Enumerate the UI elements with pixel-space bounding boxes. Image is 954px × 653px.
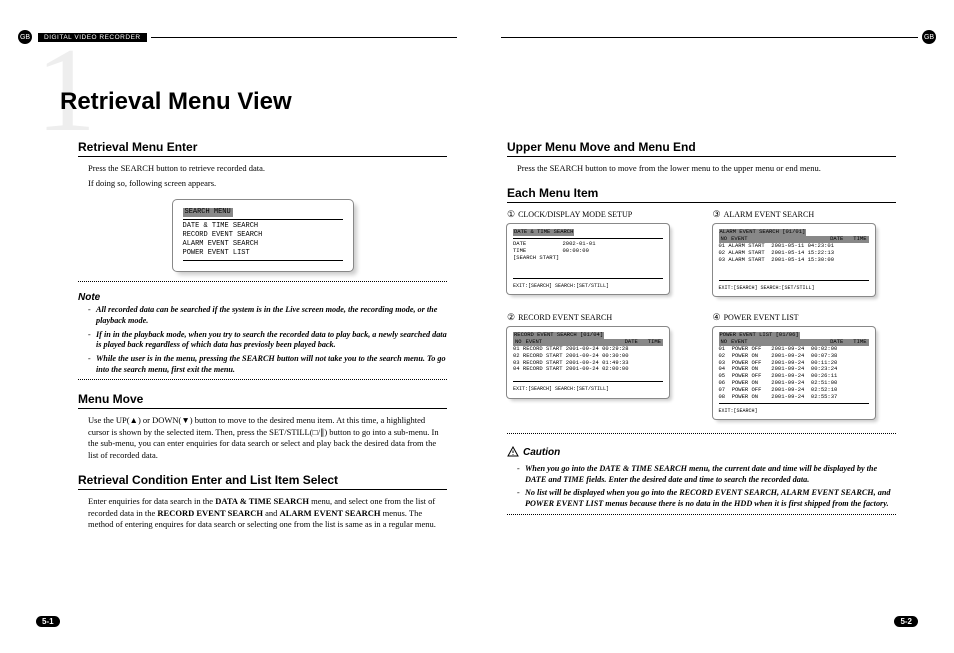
menu-item-label: CLOCK/DISPLAY MODE SETUP: [518, 210, 632, 219]
gb-badge: GB: [922, 30, 936, 44]
menu-item-grid: ①CLOCK/DISPLAY MODE SETUP DATE & TIME SE…: [507, 209, 896, 419]
caution-list: -When you go into the DATE & TIME SEARCH…: [507, 464, 896, 510]
caution-heading: Caution: [507, 446, 896, 458]
menu-item-label: ALARM EVENT SEARCH: [724, 210, 815, 219]
heading-each-menu: Each Menu Item: [507, 186, 896, 203]
page-title: Retrieval Menu View: [60, 88, 292, 116]
page-spread: GB DIGITAL VIDEO RECORDER 1 Retrieval Me…: [0, 0, 954, 653]
page-right: GB Upper Menu Move and Menu End Press th…: [497, 30, 936, 643]
right-content: Upper Menu Move and Menu End Press the S…: [497, 140, 936, 515]
caution-item: When you go into the DATE & TIME SEARCH …: [525, 464, 896, 485]
heading-upper-menu: Upper Menu Move and Menu End: [507, 140, 896, 157]
note-heading: Note: [78, 292, 447, 303]
caution-label: Caution: [523, 447, 560, 458]
page-left: GB DIGITAL VIDEO RECORDER 1 Retrieval Me…: [18, 30, 457, 643]
menu-item-record: ②RECORD EVENT SEARCH RECORD EVENT SEARCH…: [507, 312, 691, 419]
header-right: GB: [497, 30, 936, 44]
page-number-right: 5-2: [894, 616, 918, 627]
para: Use the UP(▲) or DOWN(▼) button to move …: [78, 415, 447, 461]
screen-item: DATE & TIME SEARCH: [183, 222, 343, 231]
menu-item-clock: ①CLOCK/DISPLAY MODE SETUP DATE & TIME SE…: [507, 209, 691, 296]
note-item: If in in the playback mode, when you try…: [96, 330, 447, 351]
screen-alarm-event: ALARM EVENT SEARCH [01/01] NOEVENTDATETI…: [713, 224, 875, 296]
para: Press the SEARCH button to move from the…: [507, 163, 896, 174]
heading-menu-move: Menu Move: [78, 392, 447, 409]
screen-record-event: RECORD EVENT SEARCH [01/04] NOEVENTDATET…: [507, 327, 669, 398]
screen-power-event: POWER EVENT LIST [01/06] NOEVENTDATETIME…: [713, 327, 875, 419]
search-menu-screen: SEARCH MENU DATE & TIME SEARCH RECORD EV…: [173, 200, 353, 271]
menu-item-label: RECORD EVENT SEARCH: [518, 313, 612, 322]
note-list: -All recorded data can be searched if th…: [78, 305, 447, 375]
header-rule: [501, 37, 918, 38]
screen-item: ALARM EVENT SEARCH: [183, 240, 343, 249]
left-content: Retrieval Menu Enter Press the SEARCH bu…: [18, 140, 457, 531]
screen-title: SEARCH MENU: [183, 208, 233, 217]
para: If doing so, following screen appears.: [78, 178, 447, 189]
screen-item: RECORD EVENT SEARCH: [183, 231, 343, 240]
para: Press the SEARCH button to retrieve reco…: [78, 163, 447, 174]
heading-retrieval-condition: Retrieval Condition Enter and List Item …: [78, 473, 447, 490]
menu-item-alarm: ③ALARM EVENT SEARCH ALARM EVENT SEARCH […: [713, 209, 897, 296]
gb-badge: GB: [18, 30, 32, 44]
warning-icon: [507, 446, 519, 458]
para: Enter enquiries for data search in the D…: [78, 496, 447, 530]
page-number-left: 5-1: [36, 616, 60, 627]
screen-date-time: DATE & TIME SEARCH DATE 2002-01-01 TIME …: [507, 224, 669, 294]
screen-item: POWER EVENT LIST: [183, 249, 343, 258]
heading-retrieval-enter: Retrieval Menu Enter: [78, 140, 447, 157]
note-item: While the user is in the menu, pressing …: [96, 354, 447, 375]
menu-item-power: ④POWER EVENT LIST POWER EVENT LIST [01/0…: [713, 312, 897, 419]
note-item: All recorded data can be searched if the…: [96, 305, 447, 326]
caution-item: No list will be displayed when you go in…: [525, 488, 896, 509]
header-rule: [151, 37, 457, 38]
menu-item-label: POWER EVENT LIST: [724, 313, 799, 322]
